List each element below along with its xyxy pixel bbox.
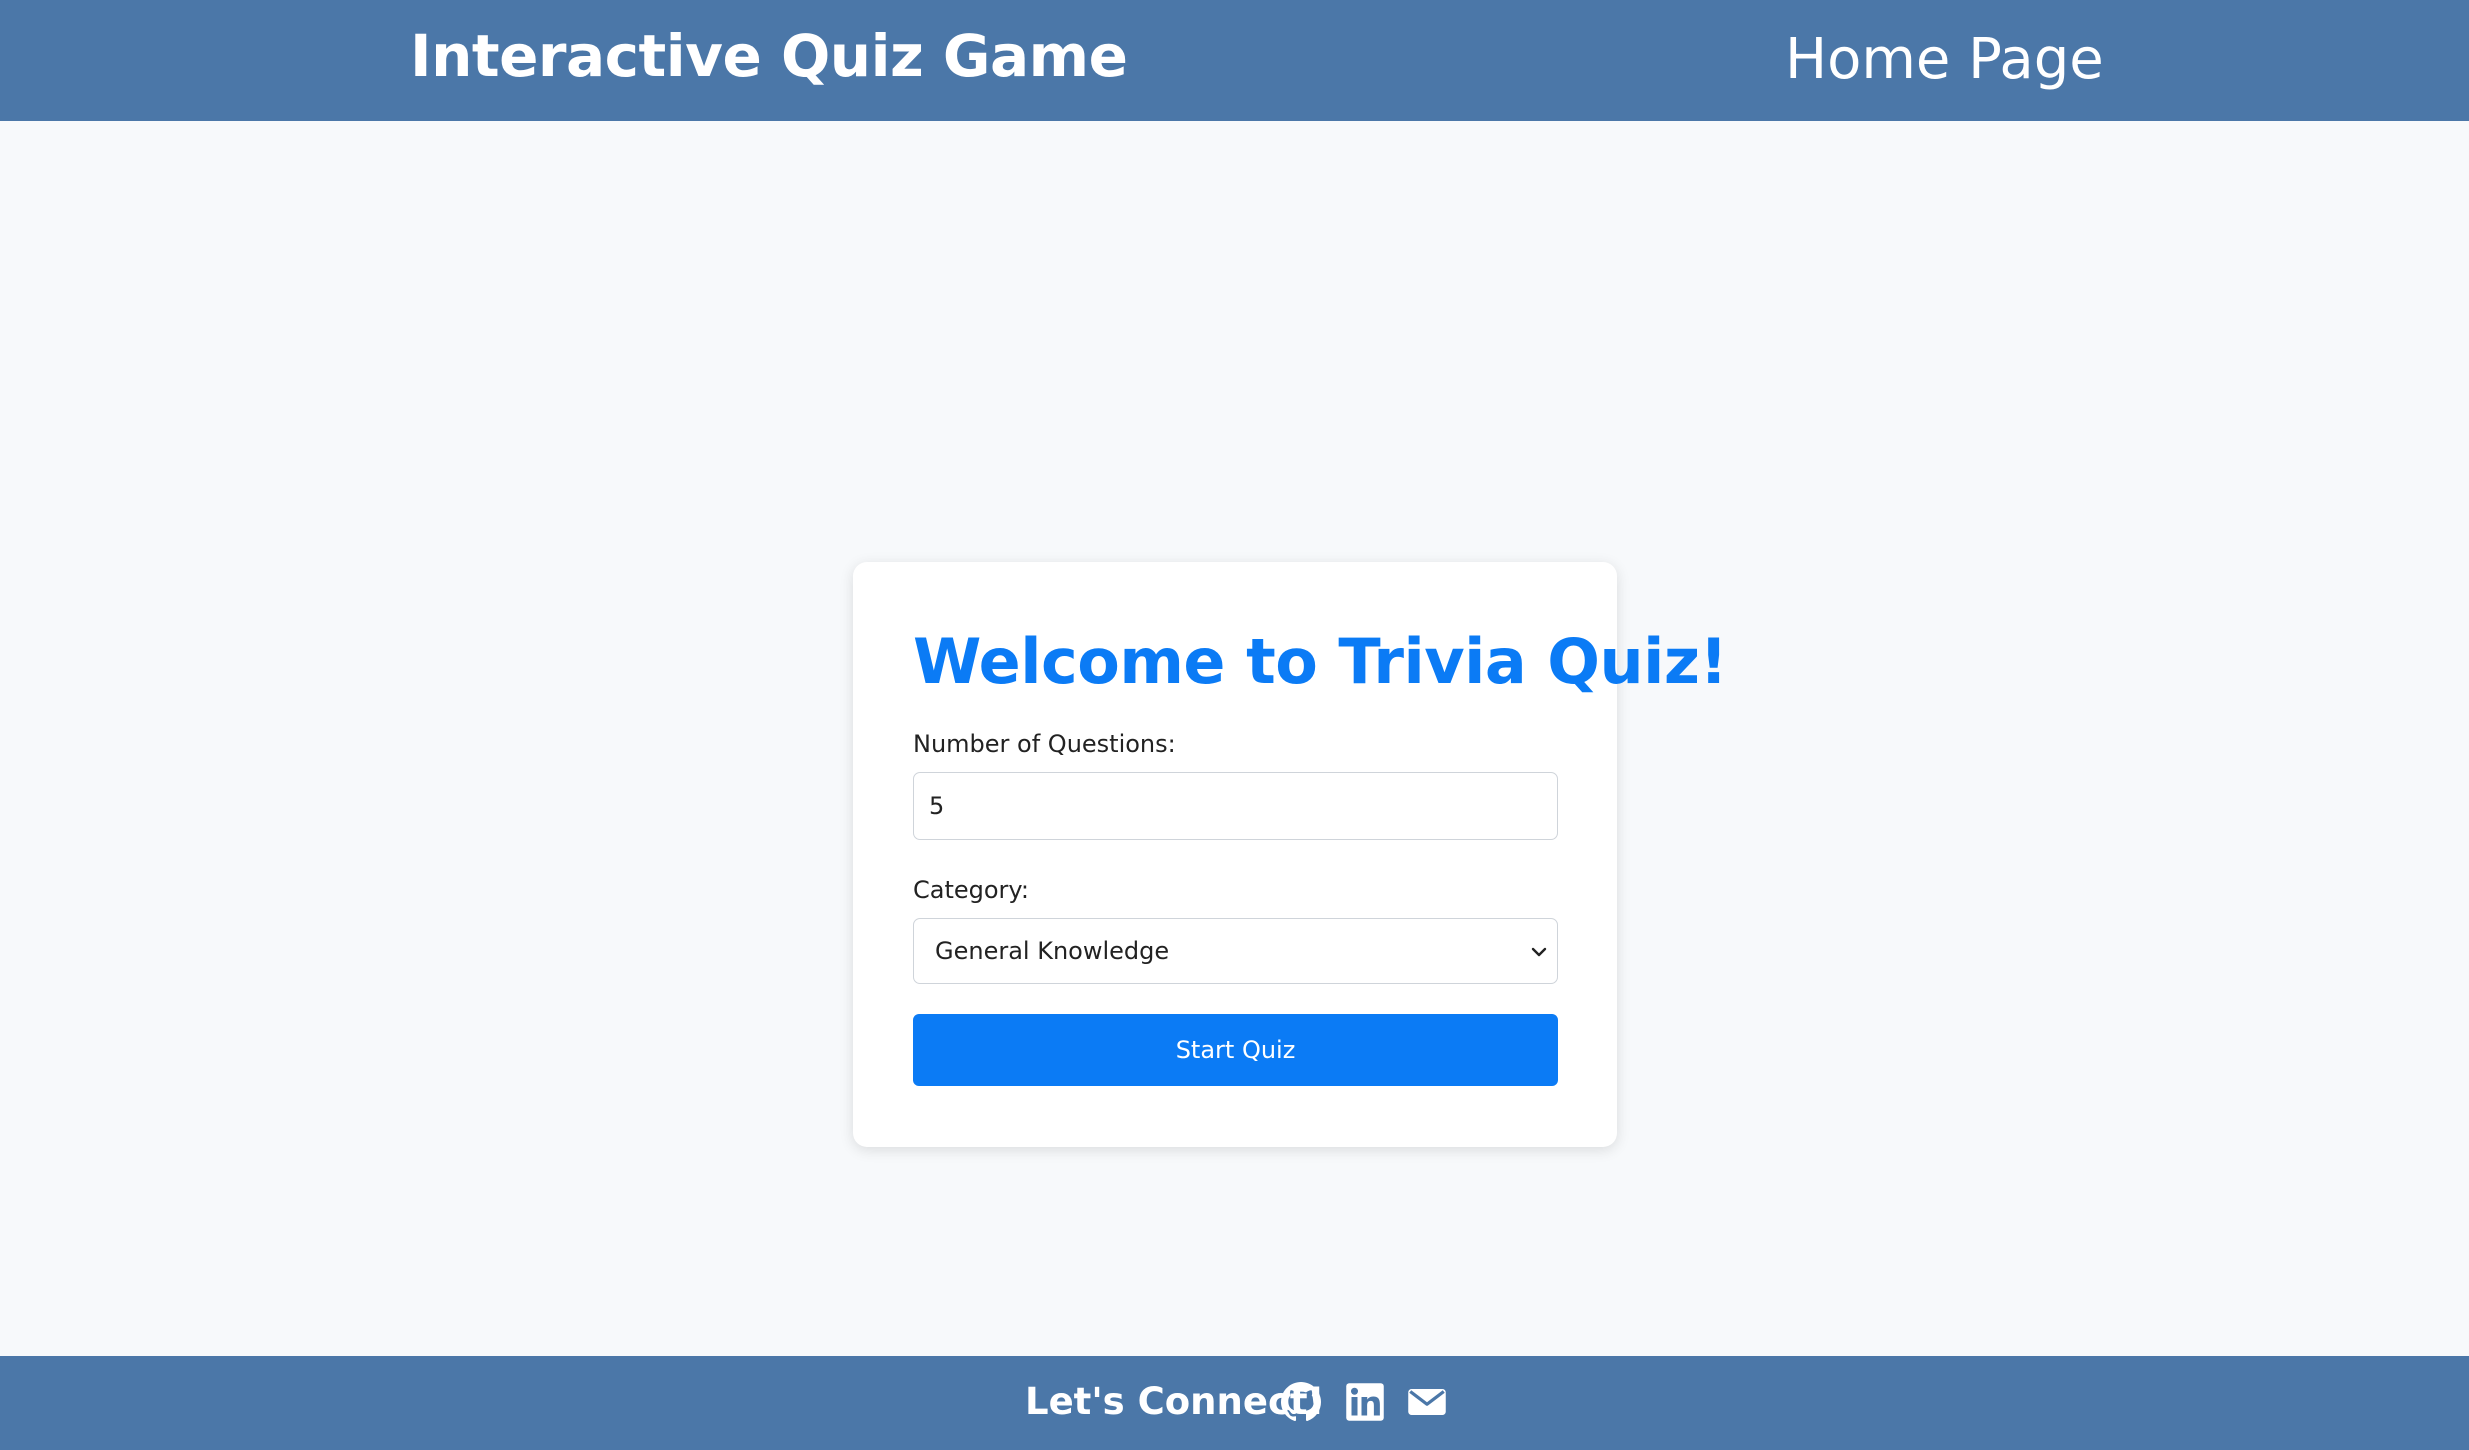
- quiz-setup-card: Welcome to Trivia Quiz! Number of Questi…: [853, 562, 1728, 1147]
- linkedin-icon[interactable]: [1345, 1382, 1385, 1422]
- mail-icon[interactable]: [1407, 1382, 1447, 1422]
- footer: Let's Connect!: [0, 1356, 2469, 1450]
- welcome-heading: Welcome to Trivia Quiz!: [913, 625, 1728, 698]
- category-label: Category:: [913, 876, 1029, 904]
- number-of-questions-input[interactable]: [913, 772, 1558, 840]
- lets-connect-label: Let's Connect!: [1025, 1380, 1325, 1423]
- category-selected-value: General Knowledge: [935, 937, 1170, 965]
- questions-label: Number of Questions:: [913, 730, 1176, 758]
- start-quiz-button[interactable]: Start Quiz: [913, 1014, 1558, 1086]
- home-page-link[interactable]: Home Page: [1785, 22, 2104, 98]
- category-select[interactable]: General Knowledge: [913, 918, 1558, 984]
- github-icon[interactable]: [1281, 1382, 1321, 1422]
- chevron-down-icon: [1531, 947, 1547, 957]
- top-header: Interactive Quiz Game Home Page: [0, 0, 2469, 121]
- app-title: Interactive Quiz Game: [410, 22, 1128, 90]
